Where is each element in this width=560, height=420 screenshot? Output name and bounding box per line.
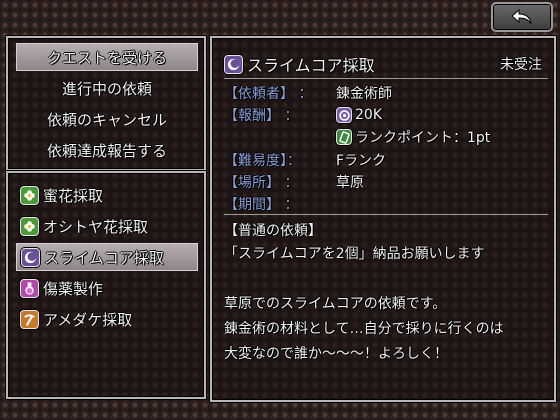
divider [224, 214, 548, 215]
period-row: 【期間】 ： [224, 194, 336, 214]
back-button[interactable] [491, 2, 553, 32]
action-menu: クエストを受ける 進行中の依頼 依頼のキャンセル 依頼達成報告する [6, 36, 206, 171]
client-label: 【依頼者】 ： [224, 86, 313, 102]
client-value: 錬金術師 [336, 86, 392, 102]
quest-title-row: スライムコア採取 未受注 [224, 52, 548, 76]
quest-item-potion[interactable]: 傷薬製作 [16, 274, 198, 302]
status-badge: 未受注 [500, 57, 542, 73]
difficulty-label: 【難易度】： [224, 153, 301, 169]
quest-title: スライムコア採取 [247, 56, 375, 75]
quest-item-label: 蜜花採取 [43, 186, 104, 205]
menu-item-cancel[interactable]: 依頼のキャンセル [16, 105, 198, 133]
description-line: 草原でのスライムコアの依頼です。 [224, 296, 447, 312]
requirement-text: 「スライムコアを2個」納品お願いします [224, 246, 485, 262]
client-row: 【依頼者】 ： 錬金術師 [224, 83, 392, 103]
difficulty-row: 【難易度】： Fランク [224, 150, 386, 170]
flower-icon [20, 216, 39, 236]
difficulty-value: Fランク [336, 153, 387, 169]
quest-item-amedake[interactable]: アメダケ採取 [16, 305, 198, 333]
menu-item-accept-quest[interactable]: クエストを受ける [16, 43, 198, 71]
menu-item-label: 依頼のキャンセル [46, 110, 167, 129]
coin-icon [336, 107, 352, 123]
slime-core-icon [224, 54, 243, 74]
quest-item-label: スライムコア採取 [44, 248, 164, 267]
section-title: 【普通の依頼】 [224, 223, 322, 239]
reward-rank: ランクポイント：1pt [355, 130, 491, 146]
reward-money: 20K [355, 107, 382, 123]
reward-label: 【報酬】 ： [224, 108, 299, 124]
pickaxe-icon [20, 309, 39, 329]
menu-item-in-progress[interactable]: 進行中の依頼 [16, 74, 198, 102]
quest-item-label: アメダケ採取 [43, 310, 133, 329]
reward-row: 【報酬】 ： 20K [224, 105, 382, 125]
divider [224, 78, 548, 79]
quest-detail: スライムコア採取 未受注 【依頼者】 ： 錬金術師 【報酬】 ： 20K ランク… [210, 36, 556, 402]
quest-item-label: オシトヤ花採取 [43, 217, 149, 236]
period-label: 【期間】 ： [224, 197, 299, 213]
rank-card-icon [336, 129, 352, 145]
flower-icon [20, 185, 39, 205]
menu-item-label: 依頼達成報告する [46, 141, 167, 160]
potion-icon [20, 278, 39, 298]
menu-item-report[interactable]: 依頼達成報告する [16, 136, 198, 164]
description-line: 錬金術の材料として…自分で採りに行くのは [224, 321, 504, 337]
location-row: 【場所】 ： 草原 [224, 172, 364, 192]
description-line: 大変なので誰か～～～！よろしく！ [224, 346, 448, 362]
quest-item-mitsubana[interactable]: 蜜花採取 [16, 181, 198, 209]
quest-item-slime-core[interactable]: スライムコア採取 [16, 243, 198, 271]
back-arrow-icon [511, 8, 532, 25]
reward-rank-row: ランクポイント：1pt [336, 127, 490, 147]
quest-item-label: 傷薬製作 [43, 279, 104, 298]
quest-list: 蜜花採取 オシトヤ花採取 スライムコア採取 傷薬製作 アメダケ採取 [6, 171, 206, 399]
menu-item-label: クエストを受ける [46, 48, 167, 67]
quest-item-oshitoya[interactable]: オシトヤ花採取 [16, 212, 198, 240]
location-label: 【場所】 ： [224, 175, 299, 191]
menu-item-label: 進行中の依頼 [61, 79, 152, 98]
slime-core-icon [21, 247, 40, 267]
location-value: 草原 [336, 175, 364, 191]
